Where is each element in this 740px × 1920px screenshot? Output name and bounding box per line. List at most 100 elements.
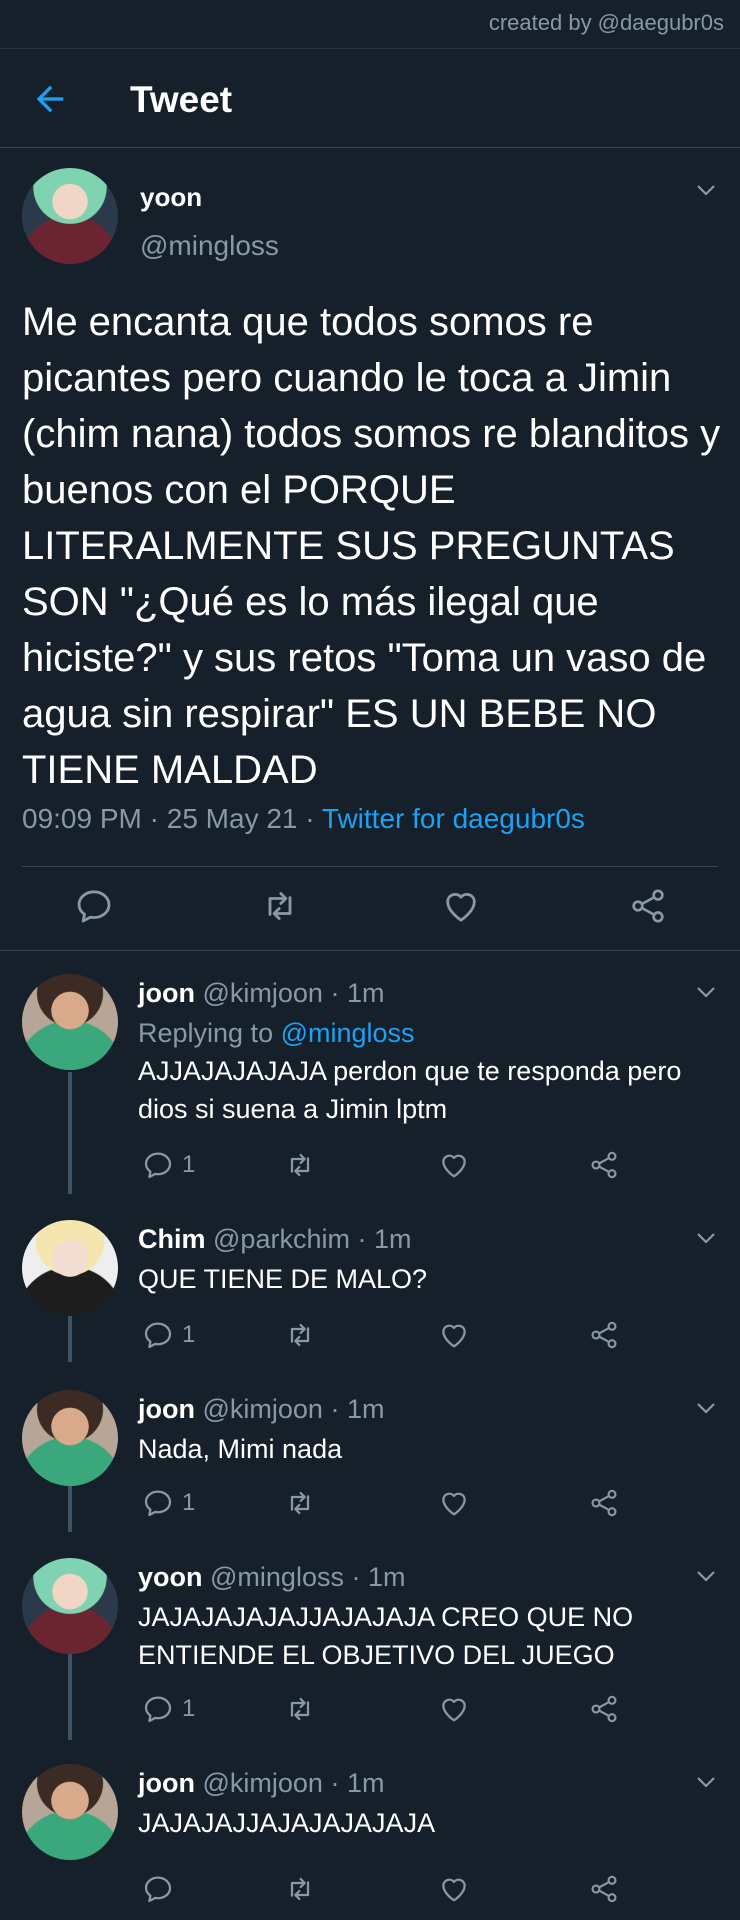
comment-icon	[144, 1152, 172, 1179]
retweet-icon	[290, 1323, 310, 1347]
retweet-button[interactable]	[284, 1486, 316, 1520]
heart-icon	[442, 1154, 466, 1178]
avatar[interactable]	[22, 1390, 118, 1486]
heart-icon	[442, 1492, 466, 1516]
credit-watermark: created by @daegubr0s	[488, 10, 724, 35]
reply-button[interactable]: 1	[142, 1692, 195, 1726]
share-button[interactable]	[588, 1318, 620, 1352]
share-icon[interactable]	[628, 886, 668, 926]
meta-separator: ·	[297, 803, 322, 834]
avatar[interactable]	[22, 974, 118, 1070]
retweet-button[interactable]	[284, 1692, 316, 1726]
reply-actions: 1	[138, 1486, 658, 1526]
author-name[interactable]: yoon	[140, 182, 202, 213]
reply-text: JAJAJAJAJAJJAJAJAJA CREO QUE NO ENTIENDE…	[138, 1602, 634, 1670]
reply-button[interactable]: 1	[142, 1486, 195, 1520]
reply-text: JAJAJAJJAJAJAJAJAJA	[138, 1808, 436, 1838]
reply-time: 1m	[373, 1224, 412, 1254]
tweet-source[interactable]: Twitter for daegubr0s	[322, 803, 585, 834]
chevron-down-icon[interactable]	[694, 980, 718, 1004]
reply-count: 1	[182, 1321, 196, 1348]
arrow-left-icon[interactable]	[30, 79, 70, 119]
share-icon	[591, 1151, 617, 1179]
author-handle[interactable]: @kimjoon	[203, 978, 323, 1008]
retweet-button[interactable]	[284, 1872, 316, 1906]
tweet-time: 09:09 PM	[22, 803, 142, 834]
retweet-button[interactable]	[284, 1318, 316, 1352]
like-button[interactable]	[438, 1692, 470, 1726]
share-icon	[591, 1321, 617, 1349]
comment-icon	[144, 1876, 172, 1903]
chevron-down-icon[interactable]	[694, 1396, 718, 1420]
reply-button[interactable]: 1	[142, 1148, 195, 1182]
tweet-meta: 09:09 PM · 25 May 21 · Twitter for daegu…	[22, 803, 585, 835]
page-title: Tweet	[130, 79, 233, 120]
reply-time: 1m	[346, 978, 385, 1008]
chevron-down-icon[interactable]	[694, 1564, 718, 1588]
share-button[interactable]	[588, 1148, 620, 1182]
author-handle[interactable]: @kimjoon	[203, 1394, 323, 1424]
reply-text: QUE TIENE DE MALO?	[138, 1264, 428, 1294]
author-name[interactable]: yoon	[138, 1562, 203, 1592]
reply-header: yoon @mingloss · 1m	[138, 1562, 405, 1593]
reply-actions: 1	[138, 1692, 658, 1732]
replying-prefix: Replying to	[138, 1018, 281, 1048]
author-name[interactable]: joon	[138, 1768, 195, 1798]
reply-time: 1m	[346, 1394, 385, 1424]
share-button[interactable]	[588, 1486, 620, 1520]
retweet-icon[interactable]	[260, 886, 300, 926]
heart-icon	[442, 1698, 466, 1722]
comment-icon[interactable]	[74, 886, 114, 926]
reply-text: AJJAJAJAJAJA perdon que te responda pero…	[138, 1056, 682, 1124]
like-button[interactable]	[438, 1318, 470, 1352]
thread-line	[68, 1072, 72, 1194]
comment-icon	[144, 1490, 172, 1517]
chevron-down-icon[interactable]	[694, 178, 718, 202]
divider	[22, 866, 718, 867]
replying-to-handle[interactable]: @mingloss	[281, 1018, 415, 1048]
time-separator: ·	[343, 1562, 368, 1592]
replying-to: Replying to @mingloss	[138, 1014, 698, 1052]
time-separator: ·	[322, 1394, 347, 1424]
reply-count: 1	[182, 1151, 196, 1178]
author-handle[interactable]: @mingloss	[140, 230, 279, 262]
author-handle[interactable]: @mingloss	[210, 1562, 344, 1592]
reply-actions	[138, 1872, 658, 1912]
avatar[interactable]	[22, 1220, 118, 1316]
reply-header: joon @kimjoon · 1m	[138, 1768, 384, 1799]
reply-text: Nada, Mimi nada	[138, 1434, 343, 1464]
author-handle[interactable]: @parkchim	[213, 1224, 350, 1254]
time-separator: ·	[322, 1768, 347, 1798]
avatar[interactable]	[22, 1558, 118, 1654]
retweet-icon	[290, 1153, 310, 1177]
chevron-down-icon[interactable]	[694, 1226, 718, 1250]
retweet-button[interactable]	[284, 1148, 316, 1182]
share-button[interactable]	[588, 1692, 620, 1726]
like-button[interactable]	[438, 1486, 470, 1520]
like-button[interactable]	[438, 1872, 470, 1906]
like-button[interactable]	[438, 1148, 470, 1182]
chevron-down-icon[interactable]	[694, 1770, 718, 1794]
comment-icon	[144, 1322, 172, 1349]
tweet-actions	[0, 886, 740, 946]
reply-actions: 1	[138, 1148, 658, 1188]
author-name[interactable]: joon	[138, 1394, 195, 1424]
retweet-icon	[290, 1491, 310, 1515]
avatar[interactable]	[22, 168, 118, 264]
author-handle[interactable]: @kimjoon	[203, 1768, 323, 1798]
retweet-icon	[290, 1697, 310, 1721]
author-name[interactable]: joon	[138, 978, 195, 1008]
tweet-date: 25 May 21	[166, 803, 298, 834]
reply-button[interactable]: 1	[142, 1318, 195, 1352]
author-name[interactable]: Chim	[138, 1224, 206, 1254]
retweet-icon	[290, 1877, 310, 1901]
reply-time: 1m	[367, 1562, 406, 1592]
share-button[interactable]	[588, 1872, 620, 1906]
comment-icon	[144, 1696, 172, 1723]
share-icon	[591, 1489, 617, 1517]
heart-icon[interactable]	[441, 886, 481, 926]
avatar[interactable]	[22, 1764, 118, 1860]
reply-button[interactable]	[142, 1872, 182, 1906]
share-icon	[591, 1875, 617, 1903]
reply-header: Chim @parkchim · 1m	[138, 1224, 411, 1255]
